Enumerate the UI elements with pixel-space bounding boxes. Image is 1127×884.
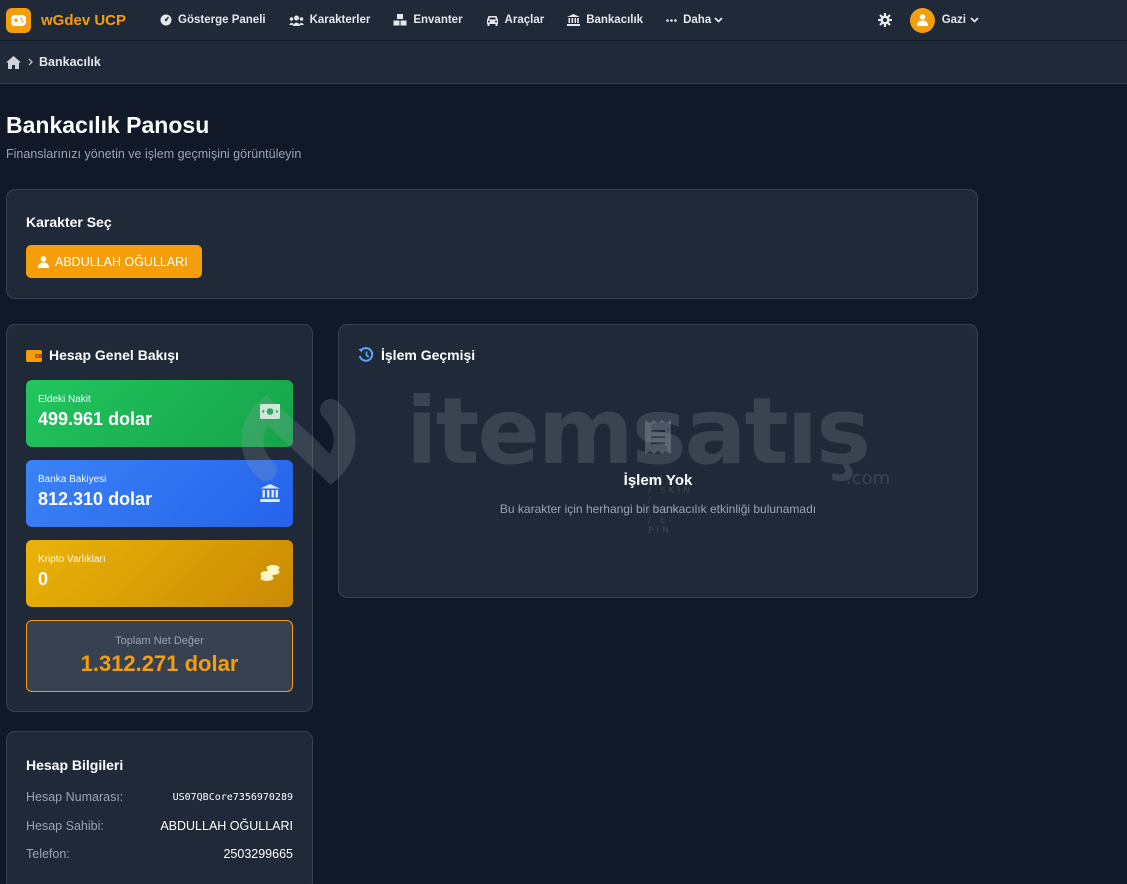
- character-button-label: ABDULLAH OĞULLARI: [55, 254, 188, 269]
- stat-label: Eldeki Nakit: [38, 394, 91, 405]
- crypto-stat: Kripto Varlıkları 0: [26, 540, 293, 607]
- top-navbar: wGdev UCP Gösterge Paneli Karakterler En…: [0, 0, 1127, 40]
- page-title: Bankacılık Panosu: [6, 112, 210, 138]
- gear-icon: [877, 13, 892, 27]
- info-key: Hesap Numarası:: [26, 790, 124, 804]
- card-title-text: İşlem Geçmişi: [381, 347, 476, 363]
- main-nav: Gösterge Paneli Karakterler Envanter Ara…: [160, 14, 746, 26]
- info-row-account-holder: Hesap Sahibi: ABDULLAH OĞULLARI: [26, 819, 293, 833]
- money-bill-icon: [260, 404, 280, 419]
- nav-label: Araçlar: [504, 14, 545, 26]
- stat-label: Kripto Varlıkları: [38, 554, 106, 565]
- breadcrumb: Bankacılık: [0, 40, 1127, 84]
- user-icon: [916, 14, 928, 26]
- info-key: Telefon:: [26, 847, 70, 861]
- account-overview-card: Hesap Genel Bakışı Eldeki Nakit 499.961 …: [6, 324, 313, 712]
- home-icon[interactable]: [6, 55, 21, 69]
- nav-label: Daha: [683, 14, 712, 26]
- card-title: Karakter Seç: [26, 214, 112, 230]
- networth-value: 1.312.271 dolar: [80, 651, 239, 676]
- theme-toggle-button[interactable]: [877, 13, 892, 27]
- coins-icon: [260, 565, 280, 581]
- users-icon: [288, 15, 304, 26]
- info-row-account-number: Hesap Numarası: US07QBCore7356970289: [26, 790, 293, 804]
- info-row-phone: Telefon: 2503299665: [26, 847, 293, 861]
- account-info-card: Hesap Bilgileri Hesap Numarası: US07QBCo…: [6, 731, 313, 884]
- brand[interactable]: wGdev UCP: [6, 7, 127, 33]
- nav-item-banking[interactable]: Bankacılık: [567, 14, 643, 26]
- dashboard-icon: [160, 14, 172, 26]
- bank-icon: [260, 484, 280, 502]
- empty-description: Bu karakter için herhangi bir bankacılık…: [499, 502, 817, 516]
- transaction-history-card: İşlem Geçmişi İşlem Yok Bu karakter için…: [338, 324, 978, 598]
- stat-value: 499.961 dolar: [38, 409, 153, 429]
- empty-state: İşlem Yok Bu karakter için herhangi bir …: [339, 420, 977, 516]
- user-icon: [38, 255, 49, 268]
- nav-label: Bankacılık: [586, 14, 644, 26]
- cash-stat: Eldeki Nakit 499.961 dolar: [26, 380, 293, 447]
- user-name: Gazi: [941, 14, 966, 26]
- wallet-icon: [26, 349, 42, 362]
- bank-stat: Banka Bakiyesi 812.310 dolar: [26, 460, 293, 527]
- history-icon: [358, 347, 374, 362]
- nav-item-vehicles[interactable]: Araçlar: [486, 14, 545, 26]
- card-title-text: Hesap Genel Bakışı: [49, 347, 179, 363]
- info-key: Hesap Sahibi:: [26, 819, 104, 833]
- nav-label: Gösterge Paneli: [178, 14, 266, 26]
- card-title: Hesap Genel Bakışı: [26, 347, 179, 363]
- nav-label: Envanter: [413, 14, 463, 26]
- networth-label: Toplam Net Değer: [115, 635, 204, 647]
- gamepad-icon: [6, 7, 31, 33]
- phone-number: 2503299665: [223, 847, 293, 861]
- nav-label: Karakterler: [309, 14, 371, 26]
- bank-icon: [567, 14, 581, 26]
- page-subtitle: Finanslarınızı yönetin ve işlem geçmişin…: [6, 147, 302, 161]
- ellipsis-icon: [666, 18, 677, 22]
- stat-value: 812.310 dolar: [38, 489, 153, 509]
- card-title: Hesap Bilgileri: [26, 757, 124, 773]
- user-menu[interactable]: Gazi: [909, 7, 979, 33]
- chevron-down-icon: [714, 17, 723, 23]
- brand-name: wGdev UCP: [41, 11, 127, 29]
- card-title: İşlem Geçmişi: [358, 347, 475, 363]
- nav-item-inventory[interactable]: Envanter: [393, 14, 463, 26]
- empty-title: İşlem Yok: [623, 472, 693, 489]
- nav-item-more[interactable]: Daha: [666, 14, 723, 26]
- character-button[interactable]: ABDULLAH OĞULLARI: [26, 245, 202, 278]
- nav-item-characters[interactable]: Karakterler: [288, 14, 371, 26]
- boxes-icon: [393, 14, 407, 26]
- car-icon: [486, 15, 498, 26]
- nav-item-dashboard[interactable]: Gösterge Paneli: [160, 14, 266, 26]
- account-number: US07QBCore7356970289: [172, 791, 293, 803]
- stat-value: 0: [38, 569, 49, 589]
- character-select-card: Karakter Seç ABDULLAH OĞULLARI: [6, 189, 978, 299]
- stat-label: Banka Bakiyesi: [38, 474, 107, 485]
- chevron-right-icon: [28, 58, 33, 66]
- receipt-icon: [645, 420, 671, 454]
- nav-right: Gazi: [877, 0, 1127, 40]
- avatar: [909, 7, 935, 33]
- networth-box: Toplam Net Değer 1.312.271 dolar: [26, 620, 293, 692]
- breadcrumb-current: Bankacılık: [39, 55, 101, 69]
- account-holder: ABDULLAH OĞULLARI: [160, 819, 293, 833]
- chevron-down-icon: [970, 17, 979, 23]
